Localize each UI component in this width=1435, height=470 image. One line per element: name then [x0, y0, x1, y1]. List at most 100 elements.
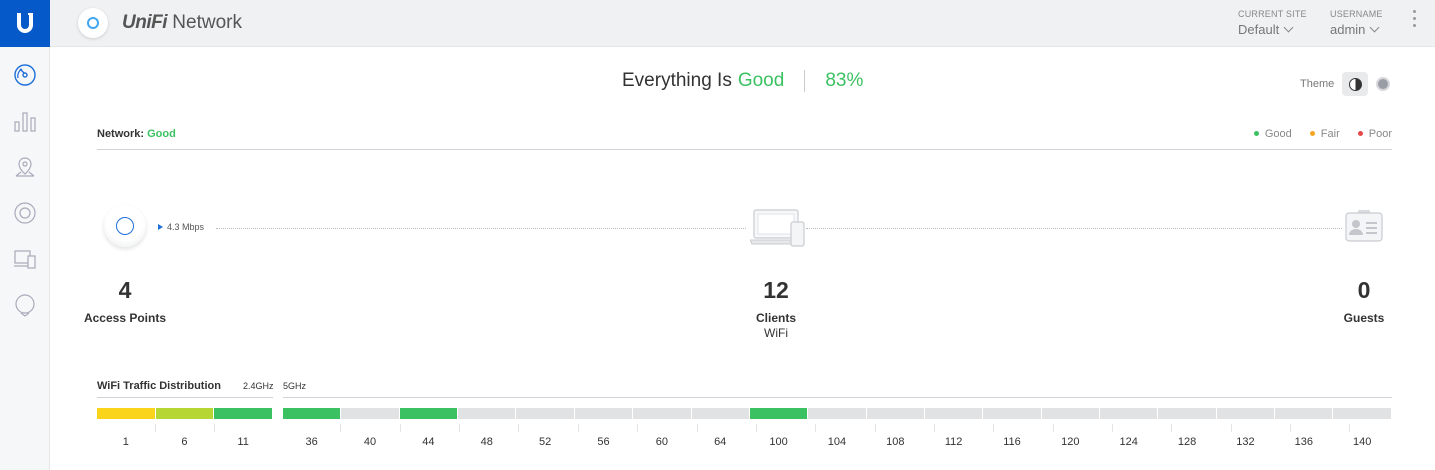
channel-label-11: 11 [237, 436, 249, 448]
channel-bar-44[interactable] [399, 408, 458, 419]
network-label: Network: Good [97, 128, 176, 140]
devices-icon[interactable] [0, 190, 50, 236]
channel-label-108: 108 [886, 436, 905, 448]
channel-tick [696, 424, 698, 432]
legend-poor: Poor [1357, 128, 1392, 140]
more-menu-icon[interactable] [1413, 10, 1416, 27]
channel-tick [399, 424, 401, 432]
health-status: Everything Is Good 83% [622, 70, 863, 92]
site-value: Default [1238, 22, 1280, 37]
band-24-bars [97, 408, 273, 419]
clients-sub-label: WiFi [764, 326, 788, 340]
legend-fair: Fair [1309, 128, 1340, 140]
channel-label-56: 56 [597, 436, 610, 448]
statistics-icon[interactable] [0, 98, 50, 144]
app-switcher-icon[interactable] [78, 8, 108, 38]
channel-bar-1[interactable] [97, 408, 155, 419]
channel-bar-100[interactable] [749, 408, 808, 419]
channel-label-1: 1 [122, 436, 129, 448]
channel-bar-120[interactable] [1041, 408, 1100, 419]
channel-tick [340, 424, 342, 432]
clients-icon[interactable] [0, 236, 50, 282]
channel-label-64: 64 [714, 436, 727, 448]
user-menu[interactable]: USERNAME admin [1330, 9, 1383, 37]
channel-bar-52[interactable] [516, 408, 574, 419]
channel-label-52: 52 [538, 436, 552, 448]
channel-bar-56[interactable] [574, 408, 633, 419]
channel-tick [755, 424, 757, 432]
channel-bar-64[interactable] [691, 408, 749, 419]
theme-light-button[interactable] [1342, 72, 1369, 96]
username-label: USERNAME [1330, 9, 1383, 19]
ubiquiti-logo-icon[interactable] [0, 0, 50, 47]
channel-bar-11[interactable] [214, 408, 272, 419]
access-points-count: 4 [118, 277, 132, 303]
channel-bar-136[interactable] [1275, 408, 1333, 419]
insights-icon[interactable] [0, 282, 50, 328]
channel-label-120: 120 [1061, 436, 1080, 448]
channel-tick [815, 424, 817, 432]
channel-label-60: 60 [655, 436, 668, 448]
channel-bar-128[interactable] [1158, 408, 1216, 419]
guests-count: 0 [1357, 277, 1371, 303]
top-bar: UniFi Network CURRENT SITE Default USERN… [50, 0, 1435, 47]
channel-bar-112[interactable] [924, 408, 983, 419]
channel-tick [993, 424, 995, 432]
band-24-label: 2.4GHz [243, 381, 274, 391]
channel-bar-124[interactable] [1100, 408, 1158, 419]
channel-label-116: 116 [1003, 436, 1021, 448]
channel-label-132: 132 [1236, 436, 1255, 448]
map-icon[interactable] [0, 144, 50, 190]
channel-tick [518, 424, 520, 432]
channel-tick [874, 424, 876, 432]
sidebar [0, 0, 50, 470]
channel-label-136: 136 [1294, 436, 1313, 448]
channel-label-140: 140 [1352, 436, 1372, 448]
channel-label-44: 44 [422, 436, 435, 448]
channel-tick [459, 424, 461, 432]
network-state: Good [147, 128, 176, 140]
channel-bar-140[interactable] [1333, 408, 1391, 419]
channel-bar-104[interactable] [808, 408, 866, 419]
band-5-ticks [283, 424, 1351, 432]
channel-bar-108[interactable] [866, 408, 924, 419]
channel-tick [1052, 424, 1054, 432]
chevron-down-icon [1283, 22, 1294, 33]
app-title: UniFi Network [122, 12, 242, 33]
channel-tick [154, 424, 156, 432]
chevron-down-icon [1369, 22, 1380, 33]
half-circle-icon [1348, 77, 1362, 91]
dashboard-icon[interactable] [0, 52, 50, 98]
theme-switcher: Theme [1300, 72, 1391, 96]
band-divider [97, 397, 273, 398]
channel-tick [577, 424, 579, 432]
channel-bar-6[interactable] [155, 408, 214, 419]
channel-label-128: 128 [1177, 436, 1197, 448]
site-selector[interactable]: CURRENT SITE Default [1238, 9, 1307, 37]
channel-label-124: 124 [1119, 436, 1138, 448]
channel-label-104: 104 [827, 436, 847, 448]
channel-bar-60[interactable] [633, 408, 691, 419]
guest-badge-icon[interactable] [1344, 209, 1384, 245]
theme-dark-button[interactable] [1376, 77, 1391, 91]
channel-bar-132[interactable] [1216, 408, 1275, 419]
channel-label-6: 6 [181, 436, 188, 448]
channel-tick [1290, 424, 1292, 432]
theme-label: Theme [1300, 78, 1335, 90]
channel-label-48: 48 [480, 436, 493, 448]
channel-tick [1112, 424, 1114, 432]
link-line [216, 228, 746, 229]
channel-bar-36[interactable] [283, 408, 341, 419]
channel-bar-48[interactable] [458, 408, 516, 419]
status-percent: 83% [825, 70, 864, 91]
channel-tick [1230, 424, 1232, 432]
channel-bar-40[interactable] [341, 408, 399, 419]
channel-tick [1349, 424, 1351, 432]
channel-bar-116[interactable] [983, 408, 1041, 419]
band-5-channels: 36 40 44 48 52 56 60 64 100 104 108 112 116 120 124 128… [283, 436, 1392, 448]
clients-devices-icon[interactable] [750, 208, 806, 248]
status-prefix: Everything Is [622, 70, 732, 91]
status-state: Good [737, 70, 785, 91]
channel-label-40: 40 [363, 436, 377, 448]
access-point-icon[interactable] [104, 205, 146, 247]
